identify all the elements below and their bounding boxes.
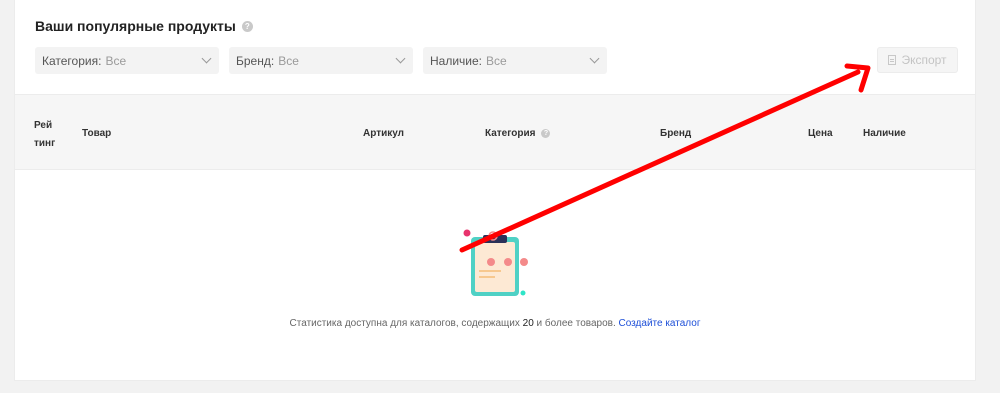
create-catalog-link[interactable]: Создайте каталог	[619, 318, 701, 329]
chevron-down-icon	[201, 53, 212, 64]
column-header-category-label: Категория	[485, 128, 536, 139]
empty-state-message: Статистика доступна для каталогов, содер…	[15, 318, 975, 329]
document-icon	[888, 55, 897, 65]
category-filter-select[interactable]: Категория: Все	[35, 47, 219, 74]
column-header-brand[interactable]: Бренд	[660, 128, 691, 139]
popular-products-card: Ваши популярные продукты ? Категория: Вс…	[14, 0, 976, 381]
help-icon[interactable]: ?	[541, 129, 551, 138]
column-header-article[interactable]: Артикул	[363, 128, 404, 139]
filters-bar: Категория: Все Бренд: Все Наличие: Все	[35, 47, 617, 74]
brand-filter-label: Бренд:	[236, 53, 275, 68]
empty-state-count: 20	[522, 318, 534, 329]
column-header-rating[interactable]: Рейтинг	[34, 117, 56, 153]
brand-filter-value: Все	[278, 53, 299, 68]
table-header: Рейтинг Товар Артикул Категория ? Бренд …	[15, 94, 975, 170]
section-title-text: Ваши популярные продукты	[35, 18, 236, 34]
column-header-category[interactable]: Категория ?	[485, 128, 551, 139]
stock-filter-label: Наличие:	[430, 53, 483, 68]
empty-clipboard-illustration	[463, 229, 528, 296]
export-button-label: Экспорт	[901, 53, 947, 67]
chevron-down-icon	[395, 53, 406, 64]
export-button[interactable]: Экспорт	[877, 47, 958, 73]
column-header-stock[interactable]: Наличие	[863, 128, 906, 139]
chevron-down-icon	[589, 53, 600, 64]
category-filter-label: Категория:	[42, 53, 102, 68]
help-icon[interactable]: ?	[241, 20, 253, 32]
column-header-product[interactable]: Товар	[82, 128, 111, 139]
section-title: Ваши популярные продукты ?	[35, 18, 253, 34]
empty-state-text-before: Статистика доступна для каталогов, содер…	[289, 318, 523, 329]
brand-filter-select[interactable]: Бренд: Все	[229, 47, 413, 74]
stock-filter-value: Все	[486, 53, 507, 68]
empty-state-text-after: и более товаров.	[533, 318, 619, 329]
column-header-price[interactable]: Цена	[808, 128, 833, 139]
stock-filter-select[interactable]: Наличие: Все	[423, 47, 607, 74]
category-filter-value: Все	[105, 53, 127, 68]
